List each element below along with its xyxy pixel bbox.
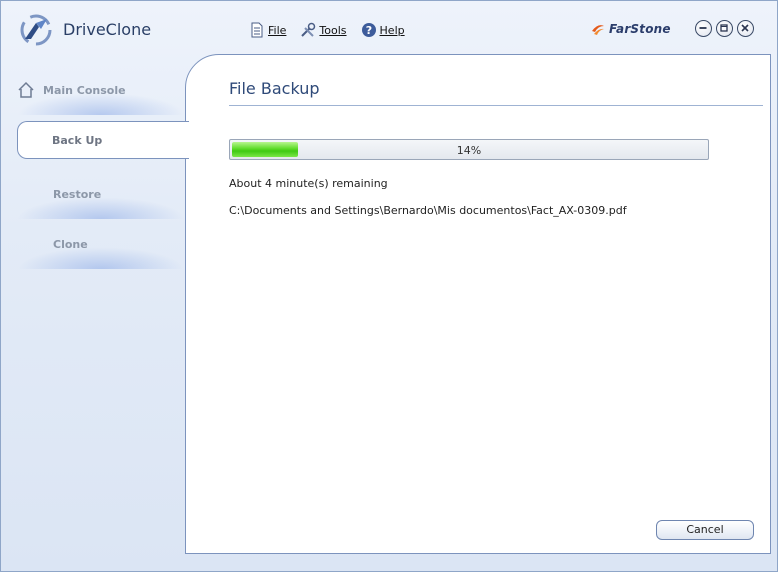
maximize-icon — [720, 24, 728, 32]
backup-progress-bar: 14% — [229, 139, 709, 160]
sidebar-item-label: Clone — [53, 237, 88, 251]
minimize-button[interactable] — [695, 20, 712, 37]
close-icon — [741, 24, 749, 32]
menu-help[interactable]: ? Help — [361, 22, 405, 38]
sidebar-item-label: Back Up — [52, 133, 103, 147]
menu-tools-label: Tools — [319, 23, 347, 37]
svg-text:?: ? — [365, 24, 371, 37]
page-title: File Backup — [229, 79, 320, 98]
sidebar-item-label: Main Console — [43, 83, 126, 97]
progress-percent: 14% — [456, 144, 482, 157]
current-file-path: C:\Documents and Settings\Bernardo\Mis d… — [229, 204, 627, 217]
menu-help-label: Help — [379, 23, 405, 37]
home-icon — [18, 81, 34, 98]
sidebar-item-main-console[interactable]: Main Console — [17, 65, 185, 115]
main-panel — [185, 54, 771, 554]
sidebar-item-restore[interactable]: Restore — [17, 169, 185, 219]
help-icon: ? — [361, 23, 376, 37]
minimize-icon — [699, 27, 707, 29]
menu-file[interactable]: File — [249, 22, 286, 38]
title-bar: DriveClone File Tools ? Help FarStone — [1, 1, 777, 53]
maximize-button[interactable] — [716, 20, 733, 37]
document-icon — [251, 22, 263, 38]
driveclone-logo-icon — [20, 14, 52, 46]
tools-icon — [301, 22, 316, 37]
window-controls — [695, 20, 754, 37]
sidebar-item-clone[interactable]: Clone — [17, 219, 185, 269]
farstone-brand: FarStone — [591, 22, 671, 36]
time-remaining: About 4 minute(s) remaining — [229, 177, 388, 190]
menu-file-label: File — [268, 23, 287, 37]
menu-bar: File Tools ? Help — [249, 22, 405, 38]
brand-name: FarStone — [609, 22, 671, 36]
app-title: DriveClone — [63, 20, 152, 39]
cancel-button[interactable]: Cancel — [656, 520, 754, 540]
app-window: DriveClone File Tools ? Help FarStone Ma… — [0, 0, 778, 572]
title-divider — [229, 105, 763, 106]
menu-tools[interactable]: Tools — [300, 22, 347, 38]
close-button[interactable] — [737, 20, 754, 37]
farstone-logo-icon — [592, 25, 604, 35]
sidebar-item-label: Restore — [53, 187, 102, 201]
sidebar-item-back-up[interactable]: Back Up — [17, 121, 189, 159]
